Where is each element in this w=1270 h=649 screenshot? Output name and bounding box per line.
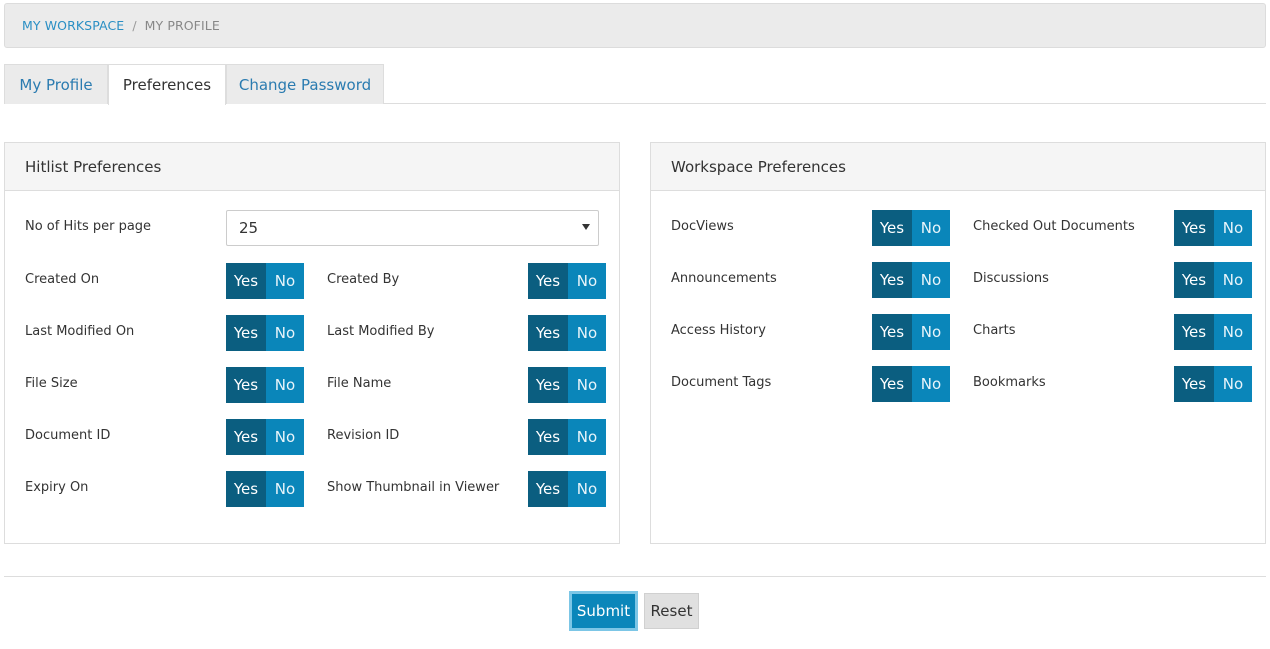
docviews-no-button[interactable]: No (912, 210, 950, 246)
last-modified-by-yes-button[interactable]: Yes (528, 315, 568, 351)
file-size-yes-button[interactable]: Yes (226, 367, 266, 403)
checked-out-documents-yes-button[interactable]: Yes (1174, 210, 1214, 246)
last-modified-on-label: Last Modified On (25, 324, 135, 339)
breadcrumb: MY WORKSPACE / MY PROFILE (4, 3, 1266, 48)
last-modified-on-no-button[interactable]: No (266, 315, 304, 351)
show-thumbnail-in-viewer-toggle[interactable]: Yes No (528, 471, 606, 507)
show-thumbnail-in-viewer-label: Show Thumbnail in Viewer (327, 480, 500, 495)
document-tags-toggle[interactable]: Yes No (872, 366, 950, 402)
footer-divider (4, 576, 1266, 577)
charts-yes-button[interactable]: Yes (1174, 314, 1214, 350)
document-id-toggle[interactable]: Yes No (226, 419, 304, 455)
last-modified-on-yes-button[interactable]: Yes (226, 315, 266, 351)
bookmarks-no-button[interactable]: No (1214, 366, 1252, 402)
revision-id-label: Revision ID (327, 428, 400, 443)
access-history-yes-button[interactable]: Yes (872, 314, 912, 350)
discussions-yes-button[interactable]: Yes (1174, 262, 1214, 298)
submit-button[interactable]: Submit (569, 591, 638, 631)
hits-per-page-label: No of Hits per page (25, 219, 152, 234)
created-on-toggle[interactable]: Yes No (226, 263, 304, 299)
workspace-preferences-panel: Workspace Preferences DocViews Yes No Check… (650, 142, 1266, 544)
expiry-on-no-button[interactable]: No (266, 471, 304, 507)
document-id-yes-button[interactable]: Yes (226, 419, 266, 455)
bookmarks-yes-button[interactable]: Yes (1174, 366, 1214, 402)
tab-my-profile[interactable]: My Profile (4, 64, 108, 104)
checked-out-documents-label: Checked Out Documents (973, 219, 1135, 234)
bookmarks-label: Bookmarks (973, 375, 1046, 390)
discussions-toggle[interactable]: Yes No (1174, 262, 1252, 298)
created-on-yes-button[interactable]: Yes (226, 263, 266, 299)
breadcrumb-workspace-link[interactable]: MY WORKSPACE (22, 18, 124, 33)
file-size-no-button[interactable]: No (266, 367, 304, 403)
hits-per-page-select[interactable]: 25 (226, 210, 599, 246)
document-id-label: Document ID (25, 428, 111, 443)
file-name-label: File Name (327, 376, 392, 391)
charts-no-button[interactable]: No (1214, 314, 1252, 350)
discussions-no-button[interactable]: No (1214, 262, 1252, 298)
docviews-label: DocViews (671, 219, 734, 234)
breadcrumb-current: MY PROFILE (144, 18, 220, 33)
breadcrumb-separator: / (132, 18, 137, 33)
hits-per-page-value: 25 (239, 219, 259, 237)
last-modified-by-no-button[interactable]: No (568, 315, 606, 351)
access-history-no-button[interactable]: No (912, 314, 950, 350)
reset-button[interactable]: Reset (644, 593, 699, 629)
revision-id-no-button[interactable]: No (568, 419, 606, 455)
document-tags-yes-button[interactable]: Yes (872, 366, 912, 402)
charts-toggle[interactable]: Yes No (1174, 314, 1252, 350)
announcements-no-button[interactable]: No (912, 262, 950, 298)
profile-tabs: My Profile Preferences Change Password (4, 64, 1266, 105)
announcements-yes-button[interactable]: Yes (872, 262, 912, 298)
discussions-label: Discussions (973, 271, 1049, 286)
file-name-toggle[interactable]: Yes No (528, 367, 606, 403)
file-size-label: File Size (25, 376, 78, 391)
file-size-toggle[interactable]: Yes No (226, 367, 304, 403)
revision-id-yes-button[interactable]: Yes (528, 419, 568, 455)
created-on-no-button[interactable]: No (266, 263, 304, 299)
show-thumbnail-in-viewer-no-button[interactable]: No (568, 471, 606, 507)
bookmarks-toggle[interactable]: Yes No (1174, 366, 1252, 402)
created-on-label: Created On (25, 272, 100, 287)
expiry-on-toggle[interactable]: Yes No (226, 471, 304, 507)
tab-preferences[interactable]: Preferences (108, 64, 226, 105)
checked-out-documents-no-button[interactable]: No (1214, 210, 1252, 246)
expiry-on-label: Expiry On (25, 480, 89, 495)
last-modified-on-toggle[interactable]: Yes No (226, 315, 304, 351)
charts-label: Charts (973, 323, 1016, 338)
hitlist-preferences-panel: Hitlist Preferences No of Hits per page … (4, 142, 620, 544)
docviews-toggle[interactable]: Yes No (872, 210, 950, 246)
created-by-no-button[interactable]: No (568, 263, 606, 299)
file-name-no-button[interactable]: No (568, 367, 606, 403)
show-thumbnail-in-viewer-yes-button[interactable]: Yes (528, 471, 568, 507)
hitlist-preferences-title: Hitlist Preferences (5, 143, 619, 191)
created-by-toggle[interactable]: Yes No (528, 263, 606, 299)
created-by-yes-button[interactable]: Yes (528, 263, 568, 299)
caret-down-icon (582, 224, 590, 230)
last-modified-by-toggle[interactable]: Yes No (528, 315, 606, 351)
access-history-toggle[interactable]: Yes No (872, 314, 950, 350)
document-tags-no-button[interactable]: No (912, 366, 950, 402)
revision-id-toggle[interactable]: Yes No (528, 419, 606, 455)
tab-change-password[interactable]: Change Password (226, 64, 384, 104)
document-id-no-button[interactable]: No (266, 419, 304, 455)
announcements-label: Announcements (671, 271, 777, 286)
expiry-on-yes-button[interactable]: Yes (226, 471, 266, 507)
file-name-yes-button[interactable]: Yes (528, 367, 568, 403)
document-tags-label: Document Tags (671, 375, 772, 390)
created-by-label: Created By (327, 272, 400, 287)
checked-out-documents-toggle[interactable]: Yes No (1174, 210, 1252, 246)
last-modified-by-label: Last Modified By (327, 324, 435, 339)
docviews-yes-button[interactable]: Yes (872, 210, 912, 246)
workspace-preferences-title: Workspace Preferences (651, 143, 1265, 191)
announcements-toggle[interactable]: Yes No (872, 262, 950, 298)
access-history-label: Access History (671, 323, 766, 338)
